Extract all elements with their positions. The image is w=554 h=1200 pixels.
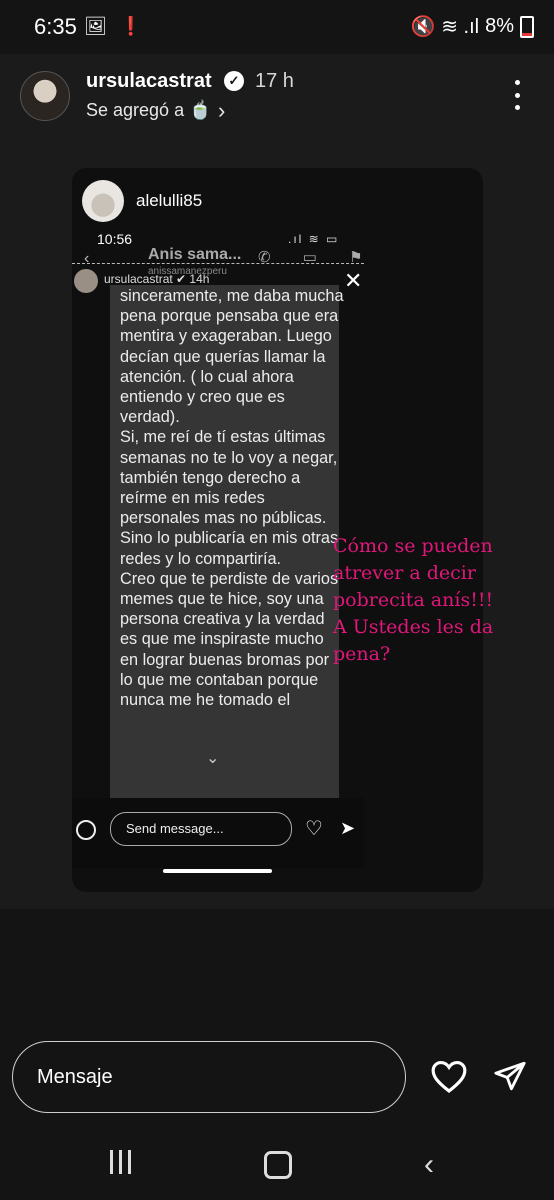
close-icon: ✕ (344, 268, 363, 293)
chevron-down-icon: ⌄ (206, 750, 220, 767)
inner-chat-name: Anis sama... (148, 246, 242, 263)
story-time-ago: 17 h (255, 70, 294, 92)
reply-placeholder[interactable]: Mensaje (37, 1066, 113, 1089)
status-time: 6:35 (34, 14, 77, 39)
verified-icon: ✓ (224, 71, 244, 91)
shared-username: alelulli85 (136, 191, 203, 210)
divider (72, 263, 364, 264)
battery-icon (520, 15, 534, 38)
status-bar: 6:35 🖼 ❗ 🔇 ≋ .ıl 8% (0, 0, 554, 54)
send-icon[interactable] (492, 1059, 528, 1093)
back-icon[interactable]: ‹ (424, 1148, 434, 1182)
system-icons: 🔇 ≋ .ıl (410, 16, 480, 38)
inner-avatar (74, 269, 98, 293)
overlay-text: Cómo se pueden atrever a decir pobrecita… (333, 535, 494, 665)
home-icon[interactable] (264, 1151, 292, 1179)
more-options-icon[interactable] (505, 80, 529, 110)
inner-home-indicator (163, 869, 272, 873)
battery-percent: 8% (485, 15, 514, 37)
message-text: sinceramente, me daba mucha pena porque … (120, 287, 344, 710)
notification-icons: 🖼 ❗ (84, 16, 147, 36)
inner-status-time: 10:56 (97, 231, 133, 247)
inner-input-placeholder: Send message... (126, 821, 224, 836)
inner-heart-icon: ♡ (305, 818, 323, 840)
recent-apps-icon[interactable] (108, 1150, 134, 1174)
chevron-right-icon[interactable]: › (218, 98, 225, 124)
camera-icon (76, 820, 96, 840)
inner-back-icon: ‹ (84, 250, 90, 267)
avatar[interactable] (20, 71, 70, 121)
added-to-highlight[interactable]: Se agregó a 🍵 (86, 100, 212, 121)
status-right: 🔇 ≋ .ıl 8% (411, 14, 534, 39)
shared-avatar (82, 180, 124, 222)
inner-status-icons: .ıl ≋ ▭ (288, 232, 340, 246)
inner-overlay-user: ursulacastrat ✔ 14h (104, 272, 210, 286)
story-username[interactable]: ursulacastrat (86, 70, 212, 93)
heart-icon[interactable] (430, 1058, 468, 1094)
inner-send-icon: ➤ (340, 818, 356, 838)
